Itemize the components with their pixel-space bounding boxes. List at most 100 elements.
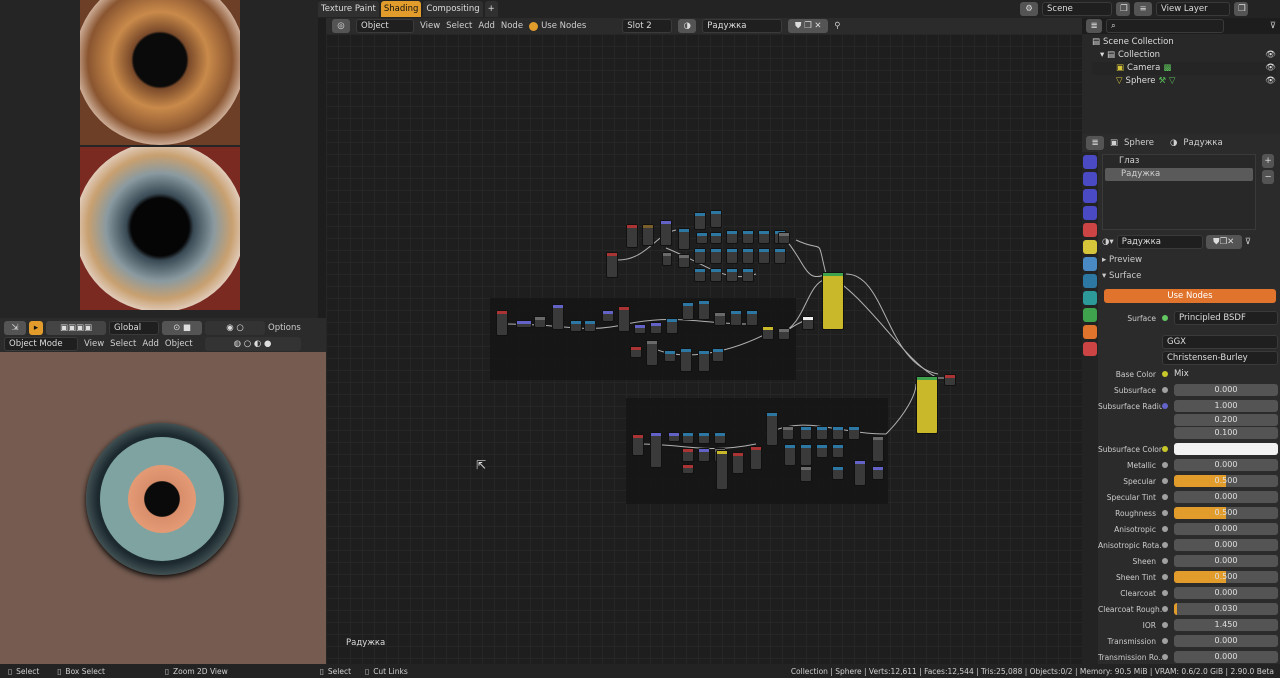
value-fill <box>1174 603 1178 615</box>
field-value[interactable]: 0.100 <box>1174 427 1278 439</box>
node-menu-view[interactable]: View <box>420 21 440 31</box>
node-editor-canvas[interactable]: Радужка ⇱ <box>326 34 1082 664</box>
pivot-icon[interactable]: ⊙ ■ <box>162 321 202 335</box>
material-icon[interactable]: ◑ <box>678 19 697 33</box>
status-box-select: Box Select <box>65 666 105 676</box>
field-value[interactable]: 0.500 <box>1174 571 1278 583</box>
material-link-icon[interactable]: ⊽ <box>1245 237 1251 247</box>
material-actions[interactable]: ⛊ ❐ ✕ <box>788 19 829 33</box>
select-tool-icon[interactable]: ▸ <box>29 321 43 335</box>
editor-type-icon[interactable]: ◎ <box>332 19 350 33</box>
preview-panel-header[interactable]: ▸ Preview <box>1102 255 1142 265</box>
field-value[interactable]: 0.000 <box>1174 491 1278 503</box>
tab-output-icon[interactable] <box>1083 172 1097 186</box>
tab-texture-icon[interactable] <box>1083 342 1097 356</box>
surface-panel-header[interactable]: ▾ Surface <box>1102 271 1141 281</box>
viewport-menu-object[interactable]: Object <box>165 339 193 349</box>
node-menu-node[interactable]: Node <box>501 21 523 31</box>
tab-render-icon[interactable] <box>1083 155 1097 169</box>
field-label: IOR <box>1142 620 1156 630</box>
select-mode-icons[interactable]: ▣▣▣▣ <box>46 321 106 335</box>
transform-orientation[interactable]: Global <box>109 321 159 335</box>
remove-slot-icon[interactable]: − <box>1262 170 1274 184</box>
tab-compositing[interactable]: Compositing <box>423 1 483 17</box>
base-color-label: Base Color <box>1115 369 1156 379</box>
surface-shader-field[interactable]: Principled BSDF <box>1174 311 1278 325</box>
node-menu-select[interactable]: Select <box>446 21 472 31</box>
object-dropdown[interactable]: Object <box>356 19 414 33</box>
field-value[interactable]: 0.000 <box>1174 635 1278 647</box>
outliner-search[interactable]: ⌕ <box>1106 18 1224 33</box>
field-value[interactable] <box>1174 443 1278 455</box>
field-value[interactable]: 1.000 <box>1174 400 1278 412</box>
outliner-label: Scene Collection <box>1103 37 1174 47</box>
scene-icon[interactable]: ⚙ <box>1020 2 1038 16</box>
field-value[interactable]: 0.000 <box>1174 555 1278 567</box>
eye-icon[interactable]: 👁 <box>1265 62 1276 75</box>
viewport-menu-select[interactable]: Select <box>110 339 136 349</box>
options-label[interactable]: Options <box>268 323 301 333</box>
distribution-dropdown[interactable]: GGX <box>1162 335 1278 349</box>
properties-type-icon[interactable]: ≣ <box>1086 136 1104 150</box>
scene-field[interactable]: Scene <box>1042 2 1112 16</box>
object-mode-dropdown[interactable]: Object Mode <box>4 337 78 351</box>
new-view-layer-icon[interactable]: ❐ <box>1234 2 1248 16</box>
viewport-3d[interactable] <box>0 352 326 664</box>
tab-physics-icon[interactable] <box>1083 291 1097 305</box>
tab-data-icon[interactable] <box>1083 308 1097 322</box>
material-field[interactable]: Радужка <box>702 19 783 33</box>
tab-particles-icon[interactable] <box>1083 274 1097 288</box>
material-browse-icon[interactable]: ◑▾ <box>1102 237 1114 247</box>
pin-icon[interactable]: ⚲ <box>834 21 840 31</box>
field-value[interactable]: 0.000 <box>1174 587 1278 599</box>
tab-view-layer-icon[interactable] <box>1083 189 1097 203</box>
field-value[interactable]: 0.500 <box>1174 475 1278 487</box>
tab-texture-paint[interactable]: Texture Paint <box>318 1 379 17</box>
outliner-item-collection[interactable]: ▾ ▤ Collection 👁 <box>1092 49 1276 62</box>
outliner-item-camera[interactable]: ▣ Camera ▩ 👁 <box>1092 62 1276 75</box>
tab-material-icon[interactable] <box>1083 325 1097 339</box>
base-color-link[interactable]: Mix <box>1174 369 1278 379</box>
outliner-item-sphere[interactable]: ▽ Sphere ⚒ ▽ 👁 <box>1092 75 1276 88</box>
eye-icon[interactable]: 👁 <box>1265 49 1276 62</box>
tab-world-icon[interactable] <box>1083 223 1097 237</box>
outliner-mode-icon[interactable]: ≣ <box>1086 18 1102 33</box>
tab-object-icon[interactable] <box>1083 240 1097 254</box>
node-menu-add[interactable]: Add <box>478 21 494 31</box>
viewport-menu-add[interactable]: Add <box>142 339 158 349</box>
sss-method-dropdown[interactable]: Christensen-Burley <box>1162 351 1278 365</box>
view-layer-field[interactable]: View Layer <box>1156 2 1230 16</box>
field-value[interactable]: 0.000 <box>1174 523 1278 535</box>
transform-icon[interactable]: ⇲ <box>4 321 26 335</box>
material-slot-list[interactable]: Глаз Радужка <box>1102 154 1256 230</box>
field-value[interactable]: 0.200 <box>1174 414 1278 426</box>
outliner-item-scene-collection[interactable]: ▤ Scene Collection <box>1092 36 1276 49</box>
snap-icons[interactable]: ◉ ○ <box>205 321 265 335</box>
field-value[interactable]: 0.000 <box>1174 539 1278 551</box>
slot-item[interactable]: Глаз <box>1103 155 1255 168</box>
use-nodes-toggle[interactable]: Use Nodes <box>529 21 586 31</box>
field-value[interactable]: 1.450 <box>1174 619 1278 631</box>
material-name-field[interactable]: Радужка <box>1116 235 1203 249</box>
add-workspace-button[interactable]: + <box>484 1 498 17</box>
shading-mode-icons[interactable]: ◍ ○ ◐ ● <box>204 337 301 351</box>
field-value[interactable]: 0.000 <box>1174 459 1278 471</box>
use-nodes-button[interactable]: Use Nodes <box>1104 289 1276 303</box>
new-scene-icon[interactable]: ❐ <box>1116 2 1130 16</box>
socket-icon <box>1162 638 1168 644</box>
filter-icon[interactable]: ⊽ <box>1270 21 1276 31</box>
eye-icon[interactable]: 👁 <box>1265 75 1276 88</box>
view-layer-icon[interactable]: ≡ <box>1134 2 1152 16</box>
field-value[interactable]: 0.000 <box>1174 384 1278 396</box>
tab-scene-icon[interactable] <box>1083 206 1097 220</box>
field-value[interactable]: 0.000 <box>1174 651 1278 663</box>
add-slot-icon[interactable]: + <box>1262 154 1274 168</box>
tab-shading[interactable]: Shading <box>380 1 422 17</box>
field-value[interactable]: 0.500 <box>1174 507 1278 519</box>
slot-item-active[interactable]: Радужка <box>1105 168 1253 181</box>
tab-modifier-icon[interactable] <box>1083 257 1097 271</box>
field-value[interactable]: 0.030 <box>1174 603 1278 615</box>
viewport-menu-view[interactable]: View <box>84 339 104 349</box>
material-datablock-actions[interactable]: ⛊❐✕ <box>1205 235 1242 249</box>
slot-dropdown[interactable]: Slot 2 <box>622 19 673 33</box>
